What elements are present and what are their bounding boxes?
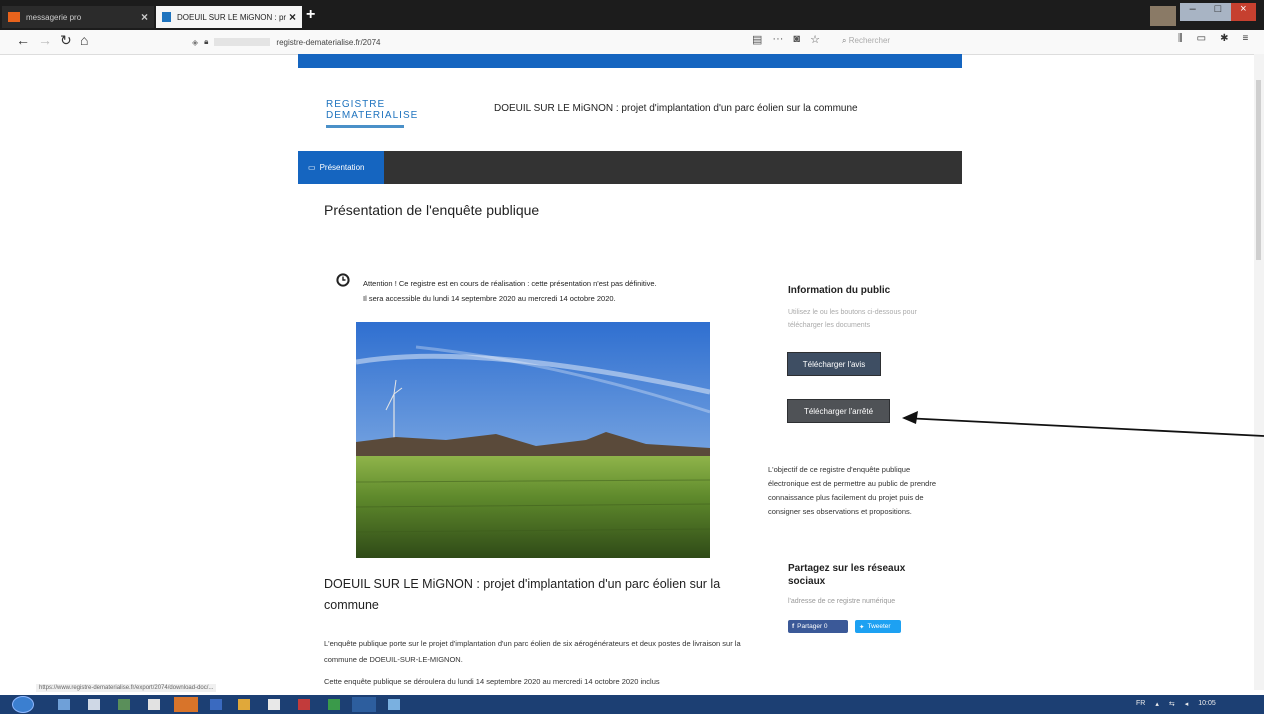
volume-icon[interactable]: ◂ — [1185, 700, 1189, 708]
more-actions-icon[interactable]: ··· — [772, 33, 783, 46]
pdf-icon[interactable] — [298, 699, 310, 710]
chrome-icon[interactable] — [148, 699, 160, 710]
section-title: DOEUIL SUR LE MiGNON : projet d'implanta… — [324, 577, 721, 612]
network-tray-icon[interactable]: ⇆ — [1169, 700, 1175, 708]
minimize-icon[interactable]: – — [1180, 3, 1205, 21]
download-avis-button[interactable]: Télécharger l'avis — [787, 352, 881, 376]
shield-icon: ◈ — [192, 37, 199, 47]
window-close-icon[interactable]: × — [1230, 3, 1256, 21]
header-title: DOEUIL SUR LE MiGNON : projet d'implanta… — [494, 103, 858, 114]
language-indicator[interactable]: FR — [1136, 700, 1145, 708]
word-icon[interactable] — [210, 699, 222, 710]
share-text: l'adresse de ce registre numérique — [788, 598, 896, 605]
twitter-share-button[interactable]: ✦ Tweeter — [855, 620, 901, 633]
url-text: registre-dematerialise.fr/2074 — [276, 37, 381, 47]
forward-icon[interactable]: → — [38, 32, 52, 48]
reload-icon[interactable]: ↻ — [60, 32, 72, 49]
ie-icon[interactable] — [58, 699, 70, 710]
firefox-icon[interactable] — [174, 697, 198, 712]
start-button[interactable] — [12, 696, 34, 713]
top-banner[interactable] — [298, 54, 962, 68]
clock-time[interactable]: 10:05 — [1198, 700, 1216, 708]
search-icon: ⌕ — [842, 36, 847, 45]
site-logo[interactable]: REGISTRE DEMATERIALISE — [326, 99, 466, 128]
user-avatar[interactable] — [1150, 6, 1176, 26]
facebook-share-button[interactable]: f Partager 0 — [788, 620, 848, 633]
annotation-arrow — [902, 411, 1264, 437]
facebook-label: Partager 0 — [797, 623, 828, 630]
new-tab-icon[interactable]: + — [306, 6, 315, 24]
lock-icon: 🔒︎ — [204, 37, 209, 46]
sidebar-icon[interactable]: ▭ — [1197, 33, 1206, 44]
notepad-icon[interactable] — [268, 699, 280, 710]
explorer-icon[interactable] — [88, 699, 100, 710]
network-icon[interactable] — [388, 699, 400, 710]
dates-paragraph: Cette enquête publique se déroulera du l… — [324, 677, 660, 686]
objective-text: L'objectif de ce registre d'enquête publ… — [768, 465, 937, 516]
tab-registre[interactable]: DOEUIL SUR LE MiGNON : pr × — [156, 6, 302, 28]
window-controls: – □ × — [1180, 3, 1256, 21]
flag-icon[interactable]: ▴ — [1155, 700, 1159, 708]
landscape-photo — [356, 322, 710, 558]
scrollbar-thumb[interactable] — [1256, 80, 1261, 260]
home-icon[interactable]: ⌂ — [80, 32, 88, 48]
toolbar-right: ⫼ ▭ ✱ ≡ — [1178, 33, 1248, 44]
notice-line-1: Attention ! Ce registre est en cours de … — [363, 279, 657, 288]
main-nav-bar — [298, 151, 962, 184]
extension-icon[interactable]: ✱ — [1220, 33, 1228, 44]
library-icon[interactable]: ⫼ — [1178, 33, 1183, 44]
search-placeholder: Rechercher — [848, 36, 891, 45]
download-arrete-button[interactable]: Télécharger l'arrêté — [787, 399, 890, 423]
twitter-icon: ✦ — [859, 623, 865, 631]
tab-label: DOEUIL SUR LE MiGNON : pr — [177, 12, 287, 22]
search-field[interactable]: ⌕ Rechercher — [842, 36, 890, 46]
system-tray: FR ▴ ⇆ ◂ 10:05 — [1136, 700, 1216, 708]
clock-icon — [336, 273, 350, 287]
url-field[interactable]: ◈ 🔒︎ registre-dematerialise.fr/2074 — [192, 35, 692, 49]
maximize-icon[interactable]: □ — [1205, 3, 1230, 21]
menu-icon[interactable]: ≡ — [1242, 33, 1248, 44]
notice-line-2: Il sera accessible du lundi 14 septembre… — [363, 294, 616, 303]
back-icon[interactable]: ← — [16, 32, 30, 48]
info-text: Utilisez le ou les boutons ci-dessous po… — [788, 309, 917, 329]
description-paragraph: L'enquête publique porte sur le projet d… — [324, 639, 741, 664]
folder-icon[interactable] — [238, 699, 250, 710]
url-prefix — [214, 38, 271, 46]
nav-tab-label: Présentation — [319, 163, 365, 172]
bookmark-star-icon[interactable]: ☆ — [810, 33, 820, 46]
mail-favicon-icon — [8, 12, 20, 22]
facebook-icon: f — [792, 623, 795, 630]
close-tab-icon[interactable]: × — [141, 10, 148, 24]
page-title: Présentation de l'enquête publique — [324, 202, 540, 218]
info-title: Information du public — [788, 285, 891, 296]
app-icon[interactable] — [118, 699, 130, 710]
status-url: https://www.registre-dematerialise.fr/ex… — [36, 684, 217, 692]
logo-underline — [326, 125, 404, 128]
registre-favicon-icon — [162, 12, 171, 22]
twitter-label: Tweeter — [867, 623, 891, 630]
nav-tab-presentation[interactable]: ▭ Présentation — [298, 151, 384, 184]
pocket-icon[interactable]: ◙ — [793, 33, 800, 46]
tab-messagerie[interactable]: messagerie pro × — [2, 6, 154, 28]
page-actions: ▤ ··· ◙ ☆ — [752, 33, 820, 46]
logo-text: REGISTRE DEMATERIALISE — [326, 99, 419, 121]
excel-icon[interactable] — [328, 699, 340, 710]
window-icon[interactable] — [352, 697, 376, 712]
monitor-icon: ▭ — [308, 163, 316, 172]
share-title: Partagez sur les réseaux sociaux — [788, 563, 906, 587]
draft-notice: Attention ! Ce registre est en cours de … — [363, 276, 723, 306]
reader-view-icon[interactable]: ▤ — [752, 33, 762, 46]
close-tab-icon[interactable]: × — [289, 10, 296, 24]
tab-label: messagerie pro — [26, 12, 82, 22]
